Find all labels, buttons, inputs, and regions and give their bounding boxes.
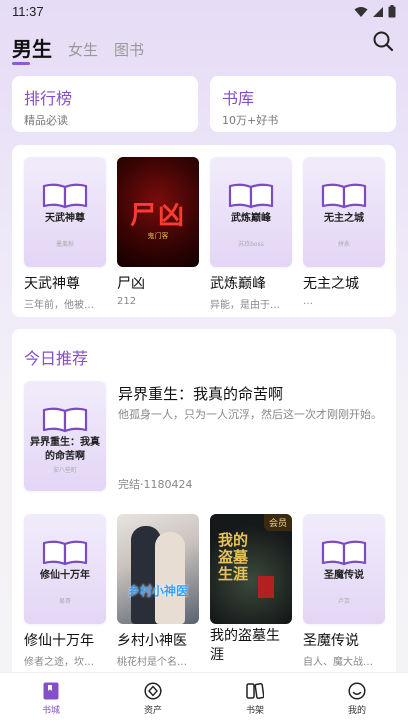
bookstore-icon bbox=[43, 682, 59, 700]
book-desc: 桃花村是个名… bbox=[117, 657, 187, 668]
wifi-icon bbox=[354, 6, 368, 17]
cover-title: 我的盗墓生涯 bbox=[218, 531, 249, 583]
book-card-shengmo[interactable]: 圣魔传说 卢京 圣魔传说 自人、魔大战… bbox=[303, 514, 385, 668]
book-icon bbox=[321, 540, 367, 566]
today-recommend-panel: 今日推荐 异界重生：我真的命苦啊 安八些町 异界重生：我真的命苦啊 他孤身一人，… bbox=[12, 329, 396, 672]
cover-seal bbox=[258, 576, 274, 598]
book-cover: 我的盗墓生涯 会员 bbox=[210, 514, 292, 624]
book-icon bbox=[42, 540, 88, 566]
book-cover: 尸凶 鬼门客 bbox=[117, 157, 199, 267]
book-name: 天武神尊 bbox=[24, 276, 80, 292]
cover-title: 尸凶 bbox=[129, 201, 186, 231]
book-name: 武炼巅峰 bbox=[210, 276, 266, 292]
library-subtitle: 10万+好书 bbox=[222, 114, 279, 127]
bottom-nav: 书城 资产 书架 我的 bbox=[0, 672, 408, 725]
channel-tabs: 男生 女生 图书 bbox=[12, 32, 144, 65]
cover-title: 无主之城 bbox=[324, 213, 364, 224]
status-bar: 11:37 bbox=[0, 0, 408, 24]
cover-author: 拼永 bbox=[337, 241, 350, 248]
book-cover: 无主之城 拼永 bbox=[303, 157, 385, 267]
recommend-desc: 他孤身一人，只为一人沉浮，然后这一次才刚刚开始。 bbox=[118, 408, 382, 421]
search-icon[interactable] bbox=[372, 30, 394, 52]
vip-badge: 会员 bbox=[263, 514, 292, 531]
status-icons bbox=[354, 5, 396, 18]
book-cover: 圣魔传说 卢京 bbox=[303, 514, 385, 624]
book-desc: … bbox=[303, 296, 313, 307]
book-icon bbox=[321, 183, 367, 209]
nav-label: 我的 bbox=[347, 706, 366, 716]
book-card-xiangcun[interactable]: 乡村小神医 乡村小神医 桃花村是个名… bbox=[117, 514, 199, 668]
nav-label: 资产 bbox=[143, 706, 162, 716]
book-desc: 修者之途，坎… bbox=[24, 657, 94, 668]
cover-title: 异界重生：我真的命苦啊 bbox=[30, 437, 100, 462]
nav-bookstore[interactable]: 书城 bbox=[0, 673, 102, 725]
book-desc: 自人、魔大战… bbox=[303, 657, 373, 668]
ranking-card[interactable]: 排行榜 精品必读 bbox=[12, 76, 198, 132]
book-card-shixiong[interactable]: 尸凶 鬼门客 尸凶 212 bbox=[117, 157, 199, 307]
book-card-daomu[interactable]: 我的盗墓生涯 会员 我的盗墓生涯 bbox=[210, 514, 292, 665]
library-title: 书库 bbox=[222, 89, 255, 108]
assets-icon bbox=[144, 682, 162, 700]
book-card-wuzhu[interactable]: 无主之城 拼永 无主之城 … bbox=[303, 157, 385, 307]
nav-assets[interactable]: 资产 bbox=[102, 673, 204, 725]
nav-label: 书城 bbox=[41, 706, 60, 716]
book-card-wulian[interactable]: 武炼巅峰 苏玖boss 武炼巅峰 异能，是由于… bbox=[210, 157, 292, 311]
book-name: 我的盗墓生涯 bbox=[210, 628, 280, 663]
cover-title: 修仙十万年 bbox=[40, 570, 90, 581]
tab-books[interactable]: 图书 bbox=[114, 39, 144, 62]
ranking-subtitle: 精品必读 bbox=[24, 114, 68, 127]
book-cover: 天武神尊 墨离秋 bbox=[24, 157, 106, 267]
cover-author: 鬼门客 bbox=[147, 232, 169, 240]
cover-author: 易哥 bbox=[58, 598, 71, 605]
nav-bookshelf[interactable]: 书架 bbox=[204, 673, 306, 725]
book-icon bbox=[42, 407, 88, 433]
library-card[interactable]: 书库 10万+好书 bbox=[210, 76, 396, 132]
book-name: 修仙十万年 bbox=[24, 633, 94, 649]
ranking-title: 排行榜 bbox=[24, 89, 73, 108]
cover-author: 墨离秋 bbox=[55, 241, 74, 248]
book-desc: 异能，是由于… bbox=[210, 300, 280, 311]
book-desc: 三年前，他被… bbox=[24, 300, 94, 311]
tab-male[interactable]: 男生 bbox=[12, 33, 52, 65]
cover-title: 圣魔传说 bbox=[324, 570, 364, 581]
book-desc: 212 bbox=[117, 296, 137, 307]
recommend-cover[interactable]: 异界重生：我真的命苦啊 安八些町 bbox=[24, 381, 106, 491]
book-card-xiuxian[interactable]: 修仙十万年 易哥 修仙十万年 修者之途，坎… bbox=[24, 514, 106, 668]
status-time: 11:37 bbox=[12, 4, 44, 19]
cover-figure bbox=[155, 532, 185, 624]
book-icon bbox=[42, 183, 88, 209]
cover-author: 苏玖boss bbox=[238, 241, 264, 248]
cover-title: 乡村小神医 bbox=[127, 584, 188, 598]
recommend-name[interactable]: 异界重生：我真的命苦啊 bbox=[118, 383, 283, 404]
book-name: 乡村小神医 bbox=[117, 633, 187, 649]
nav-profile[interactable]: 我的 bbox=[306, 673, 408, 725]
book-name: 无主之城 bbox=[303, 276, 359, 292]
signal-icon bbox=[373, 6, 383, 17]
section-title: 今日推荐 bbox=[24, 349, 89, 368]
bookshelf-icon bbox=[246, 683, 264, 699]
profile-icon bbox=[348, 682, 366, 700]
recommend-meta: 完结·1180424 bbox=[118, 478, 193, 491]
book-cover: 修仙十万年 易哥 bbox=[24, 514, 106, 624]
cover-title: 天武神尊 bbox=[45, 213, 85, 224]
book-name: 尸凶 bbox=[117, 276, 145, 292]
cover-author: 安八些町 bbox=[52, 467, 77, 474]
nav-label: 书架 bbox=[245, 706, 264, 716]
featured-panel: 天武神尊 墨离秋 天武神尊 三年前，他被… 尸凶 鬼门客 尸凶 212 武炼巅峰… bbox=[12, 145, 396, 317]
battery-icon bbox=[388, 5, 396, 18]
tab-female[interactable]: 女生 bbox=[68, 39, 98, 62]
book-card-tianwu[interactable]: 天武神尊 墨离秋 天武神尊 三年前，他被… bbox=[24, 157, 106, 311]
book-icon bbox=[228, 183, 274, 209]
cover-author: 卢京 bbox=[337, 598, 350, 605]
book-cover: 武炼巅峰 苏玖boss bbox=[210, 157, 292, 267]
book-cover: 乡村小神医 bbox=[117, 514, 199, 624]
cover-title: 武炼巅峰 bbox=[231, 213, 271, 224]
book-name: 圣魔传说 bbox=[303, 633, 359, 649]
